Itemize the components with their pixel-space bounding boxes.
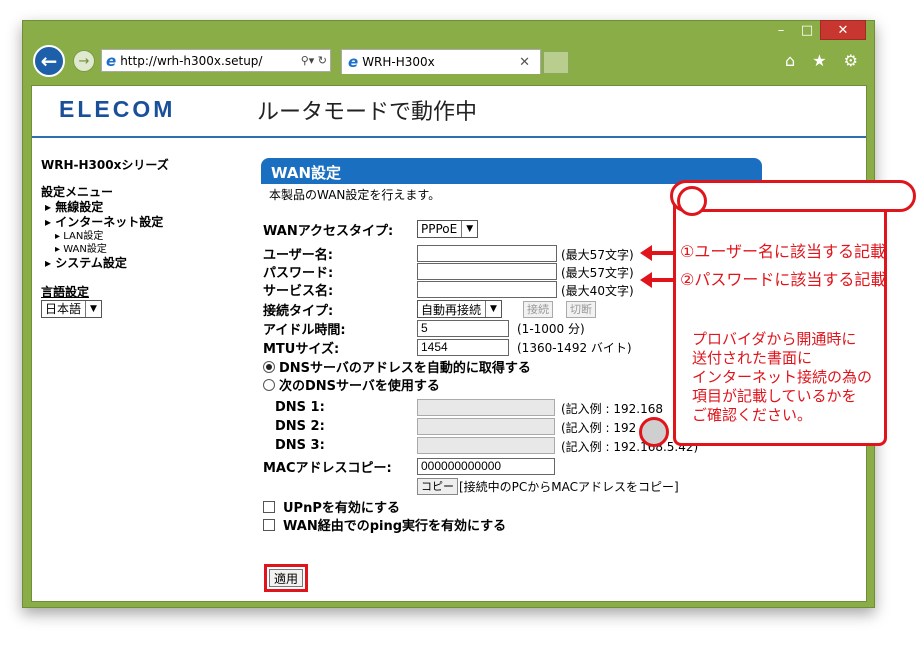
- arrow-icon: [640, 245, 675, 261]
- annotation-username: ①ユーザー名に該当する記載: [680, 242, 887, 261]
- annotation-password: ②パスワードに該当する記載: [680, 270, 887, 289]
- callout-text: プロバイダから開通時に 送付された書面に インターネット接続の為の 項目が記載し…: [692, 330, 872, 425]
- callout-line: 項目が記載しているかを: [692, 387, 857, 405]
- callout-scroll-top: [670, 180, 916, 212]
- scroll-curl-bottom-icon: [639, 417, 669, 447]
- callout-line: プロバイダから開通時に: [692, 330, 857, 348]
- scroll-curl-icon: [677, 186, 707, 216]
- arrow-icon: [640, 272, 675, 288]
- callout-line: ご確認ください。: [692, 406, 813, 424]
- callout-line: インターネット接続の為の: [692, 368, 873, 386]
- callout-line: 送付された書面に: [692, 349, 813, 367]
